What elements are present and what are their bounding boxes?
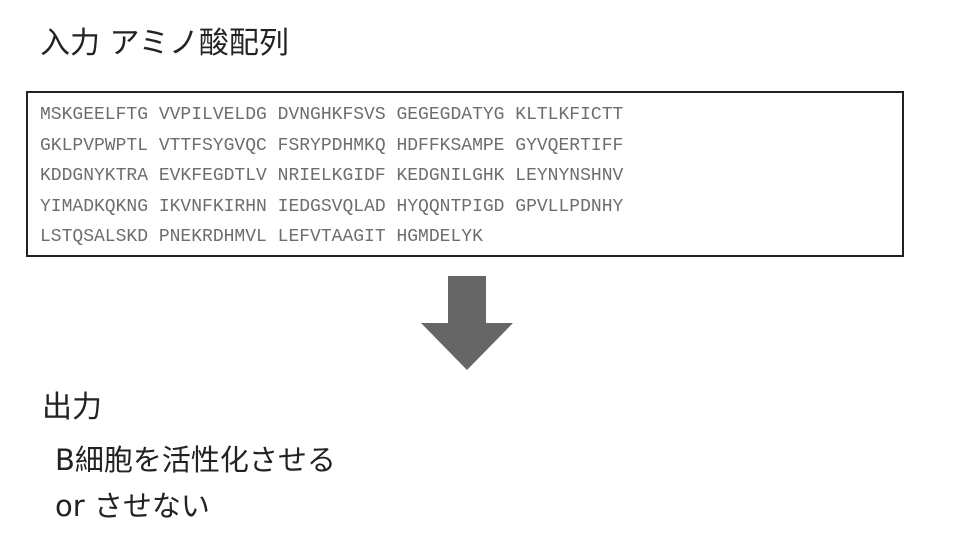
sequence-line-5: LSTQSALSKD PNEKRDHMVL LEFVTAAGIT HGMDELY…	[40, 227, 483, 247]
output-section-title: 出力	[42, 390, 102, 425]
sequence-line-3: KDDGNYKTRA EVKFEGDTLV NRIELKGIDF KEDGNIL…	[40, 166, 624, 186]
output-option-not-activate: or させない	[55, 489, 210, 523]
sequence-line-1: MSKGEELFTG VVPILVELDG DVNGHKFSVS GEGEGDA…	[40, 105, 624, 125]
sequence-line-4: YIMADKQKNG IKVNFKIRHN IEDGSVQLAD HYQQNTP…	[40, 196, 624, 217]
down-arrow-icon	[421, 276, 513, 370]
sequence-line-2: GKLPVPWPTL VTTFSYGVQC FSRYPDHMKQ HDFFKSA…	[40, 135, 624, 156]
input-section-title: 入力 アミノ酸配列	[40, 26, 289, 61]
amino-acid-sequence-box: MSKGEELFTG VVPILVELDG DVNGHKFSVS GEGEGDA…	[26, 91, 904, 257]
output-option-activate: B細胞を活性化させる	[55, 443, 336, 477]
down-arrow-shape	[421, 276, 513, 370]
